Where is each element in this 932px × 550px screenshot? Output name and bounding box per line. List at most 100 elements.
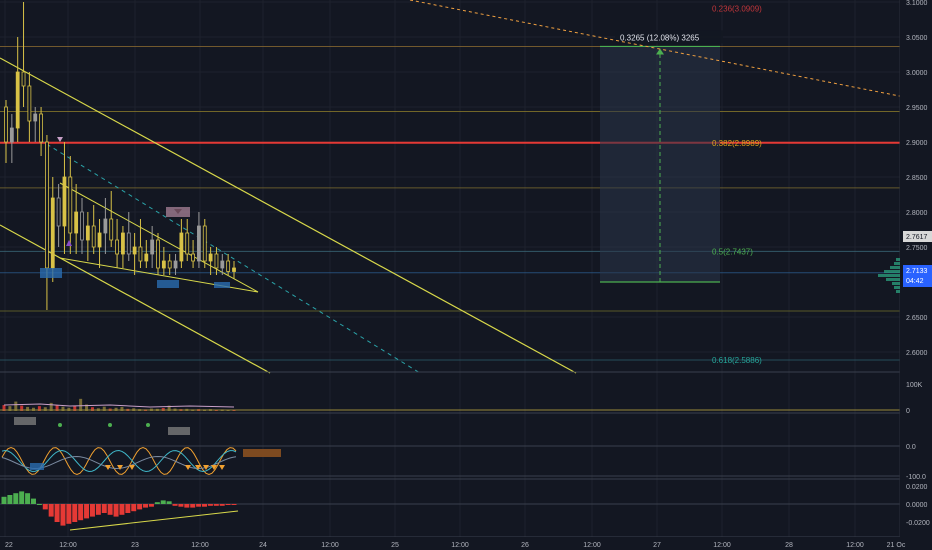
candle-body [161, 260, 166, 269]
volume-profile-bar [890, 266, 900, 269]
hist-bar [42, 504, 48, 510]
time-tick-label: 12:00 [713, 542, 731, 549]
candle-body [33, 113, 38, 122]
candle-body [4, 106, 8, 143]
time-tick-label: 25 [391, 542, 399, 549]
candle-body [197, 225, 201, 262]
hist-bar [25, 493, 31, 504]
time-tick-label: 12:00 [59, 542, 77, 549]
price-tick-label: 3.0500 [906, 35, 928, 42]
candle-body [97, 232, 102, 248]
hist-bar [89, 504, 95, 517]
candle-body [173, 260, 178, 269]
time-tick-label: 12:00 [846, 542, 864, 549]
hist-bar [202, 504, 208, 507]
fib-label: 0.382(2.8989) [712, 139, 762, 148]
hist-bar [107, 504, 113, 515]
time-tick-label: 12:00 [451, 542, 469, 549]
candle-body [85, 225, 90, 241]
hist-bar [148, 504, 154, 507]
price-tick-label: 3.1000 [906, 0, 928, 7]
candle-body [15, 71, 20, 129]
volume-tick-label: 100K [906, 382, 923, 389]
hist-bar [196, 504, 202, 507]
price-tick-label: 2.6500 [906, 315, 928, 322]
pattern-marker [214, 282, 230, 288]
candle-body [115, 239, 119, 255]
hist-bar [72, 504, 78, 522]
hist-bar [7, 495, 13, 504]
hist-bar [19, 491, 25, 504]
hist-bar [36, 504, 42, 505]
candle-body [27, 85, 32, 122]
candle-body [138, 246, 143, 262]
hist-bar [101, 504, 107, 513]
fib-label: 0.5(2.7437) [712, 247, 753, 256]
volume-bar [31, 407, 35, 411]
price-tick-label: 3.0000 [906, 70, 928, 77]
price-tick-label: 2.8500 [906, 175, 928, 182]
hist-bar [184, 504, 190, 508]
time-axis[interactable]: 22 12:00 23 12:00 24 12:00 25 12:00 26 12:00 27 12:… [0, 537, 932, 550]
hist-bar [213, 504, 219, 506]
last-price-label: 2.7133 [906, 268, 928, 275]
fib-label: 0.236(3.0909) [712, 4, 762, 13]
hist-bar [54, 504, 60, 522]
osc-dot [146, 423, 150, 427]
time-tick-label: 21 Oc [887, 542, 906, 549]
candle-body [109, 218, 114, 241]
candle-body [144, 253, 149, 262]
hist-bar [172, 504, 178, 506]
candle-body [39, 113, 43, 143]
pattern-marker [157, 280, 179, 288]
hist-bar [166, 501, 172, 504]
time-tick-label: 27 [653, 542, 661, 549]
time-tick-label: 28 [785, 542, 793, 549]
candle-body [202, 225, 207, 262]
candle-body [121, 232, 125, 255]
hist-tick-label: 0.0000 [906, 502, 928, 509]
candle-body [208, 253, 213, 262]
hist-bar [207, 504, 213, 506]
chart-canvas[interactable]: 0.3265 (12.08%) 3265 0.236(3.0909) 0.382(… [0, 0, 932, 550]
hist-bar [225, 504, 231, 505]
measure-tool[interactable]: 0.3265 (12.08%) 3265 [600, 30, 723, 283]
volume-bar [114, 407, 118, 411]
candle-body [50, 197, 55, 269]
candle-body [214, 253, 219, 269]
candle-body [150, 239, 155, 255]
chart-background [0, 0, 932, 550]
price-tick-label: 2.9500 [906, 105, 928, 112]
osc-marker [14, 417, 36, 425]
hist-bar [84, 504, 90, 519]
hist-tick-label: 0.0200 [906, 484, 928, 491]
candle-body [80, 211, 84, 241]
hist-bar [95, 504, 101, 515]
osc-dot [58, 423, 62, 427]
time-tick-label: 23 [131, 542, 139, 549]
hist-bar [137, 504, 143, 510]
volume-bar [67, 407, 71, 411]
volume-tick-label: 0 [906, 408, 910, 415]
time-tick-label: 12:00 [321, 542, 339, 549]
candle-body [226, 260, 231, 272]
hist-bar [154, 502, 160, 504]
time-tick-label: 12:00 [191, 542, 209, 549]
measure-label: 0.3265 (12.08%) 3265 [620, 33, 700, 42]
hist-bar [113, 504, 119, 517]
hist-bar [160, 500, 166, 504]
hist-bar [13, 493, 19, 504]
volume-profile-bar [894, 286, 900, 289]
time-tick-label: 22 [5, 542, 13, 549]
hist-bar [178, 504, 184, 507]
candle-body [91, 225, 96, 248]
hist-bar [125, 504, 131, 513]
hist-bar [78, 504, 84, 521]
hist-bar [119, 504, 125, 515]
countdown-label: 04:42 [906, 278, 924, 285]
hist-bar [131, 504, 137, 512]
osc-tick-label: 0.0 [906, 444, 916, 451]
hist-bar [48, 504, 54, 517]
time-tick-label: 26 [521, 542, 529, 549]
candle-body [126, 232, 131, 255]
